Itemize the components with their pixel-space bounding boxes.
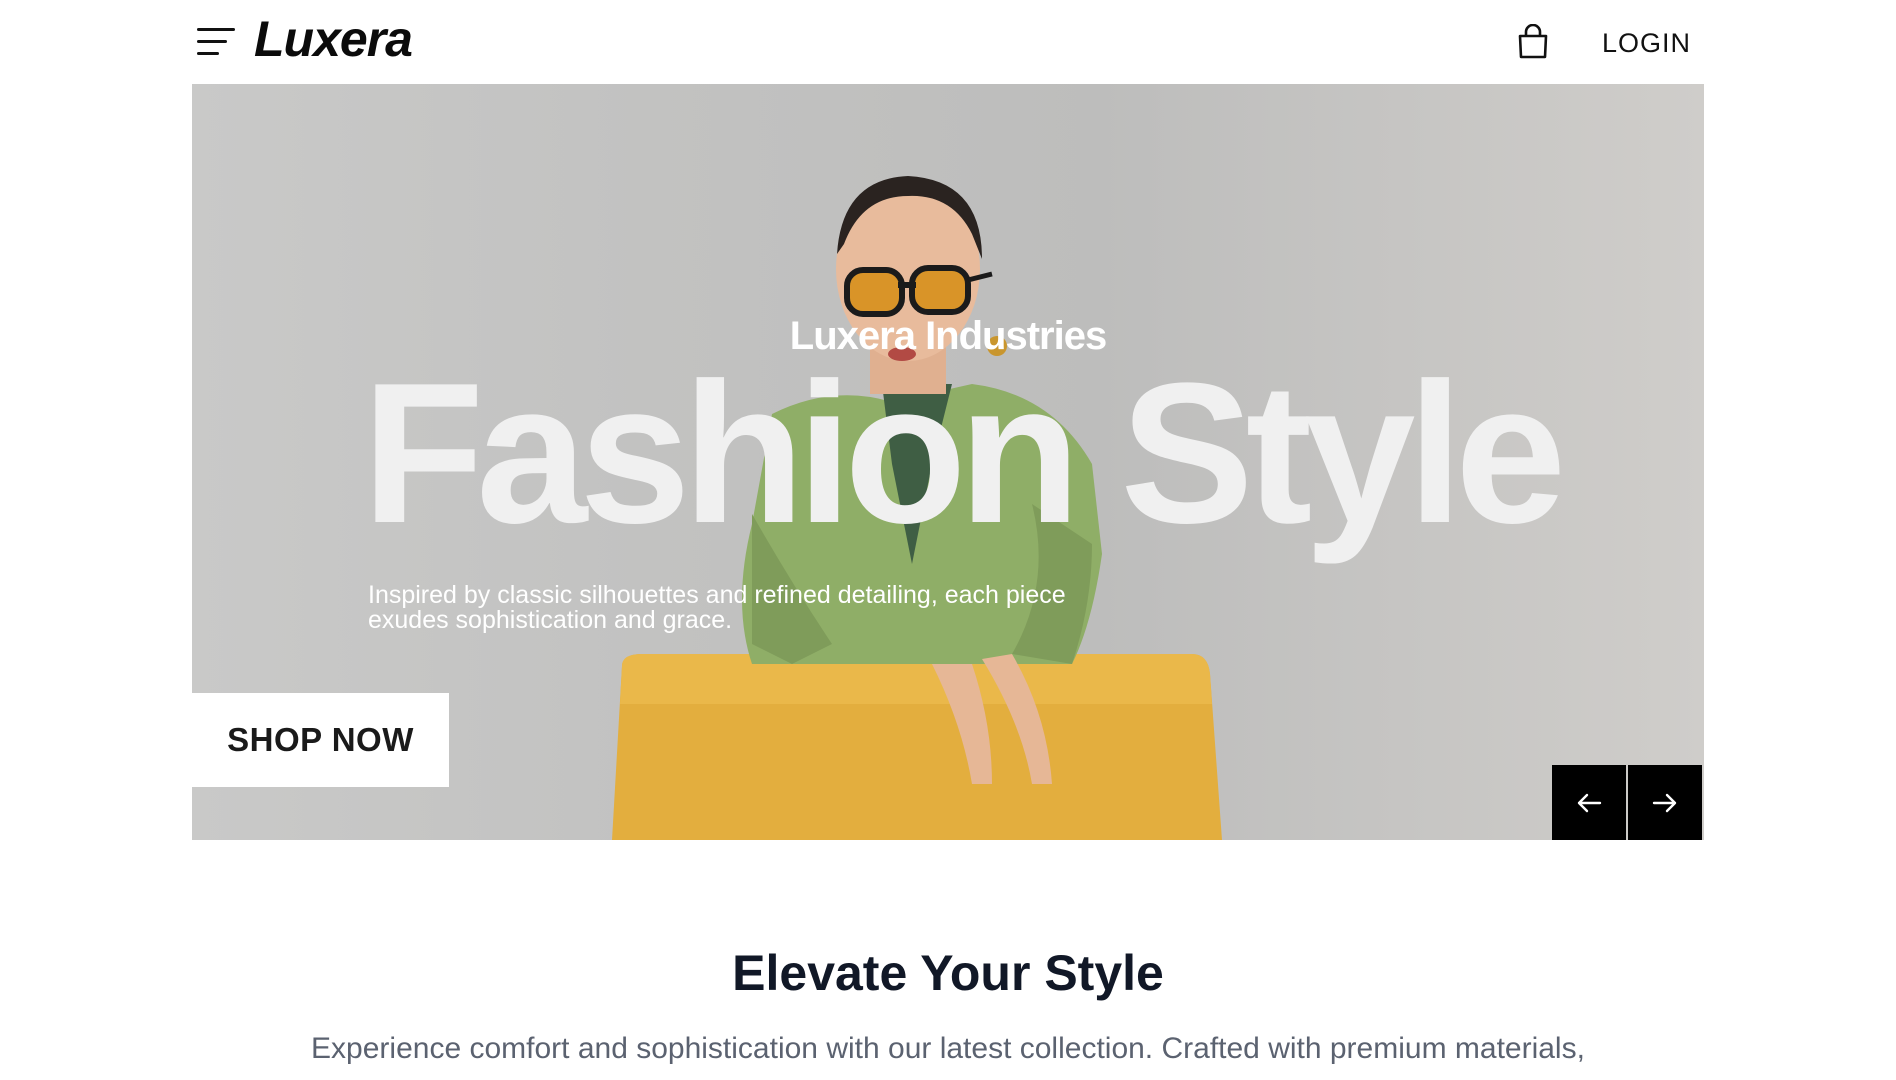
- shopping-bag-icon[interactable]: [1516, 23, 1550, 60]
- hero-description: Inspired by classic silhouettes and refi…: [368, 581, 1066, 634]
- arrow-right-icon[interactable]: [1628, 765, 1702, 840]
- section-description: Experience comfort and sophistication wi…: [311, 1032, 1585, 1065]
- shop-now-button[interactable]: SHOP NOW: [192, 693, 449, 787]
- top-navigation: Luxera LOGIN: [192, 0, 1704, 84]
- carousel-controls: [1552, 765, 1702, 840]
- login-link[interactable]: LOGIN: [1602, 28, 1691, 59]
- section-title: Elevate Your Style: [732, 945, 1164, 1001]
- hamburger-menu-icon[interactable]: [197, 28, 235, 58]
- hero-banner: Luxera Industries Fashion Style Inspired…: [192, 84, 1704, 840]
- arrow-left-icon[interactable]: [1552, 765, 1626, 840]
- brand-logo[interactable]: Luxera: [254, 10, 413, 68]
- hero-headline: Fashion Style: [362, 342, 1566, 565]
